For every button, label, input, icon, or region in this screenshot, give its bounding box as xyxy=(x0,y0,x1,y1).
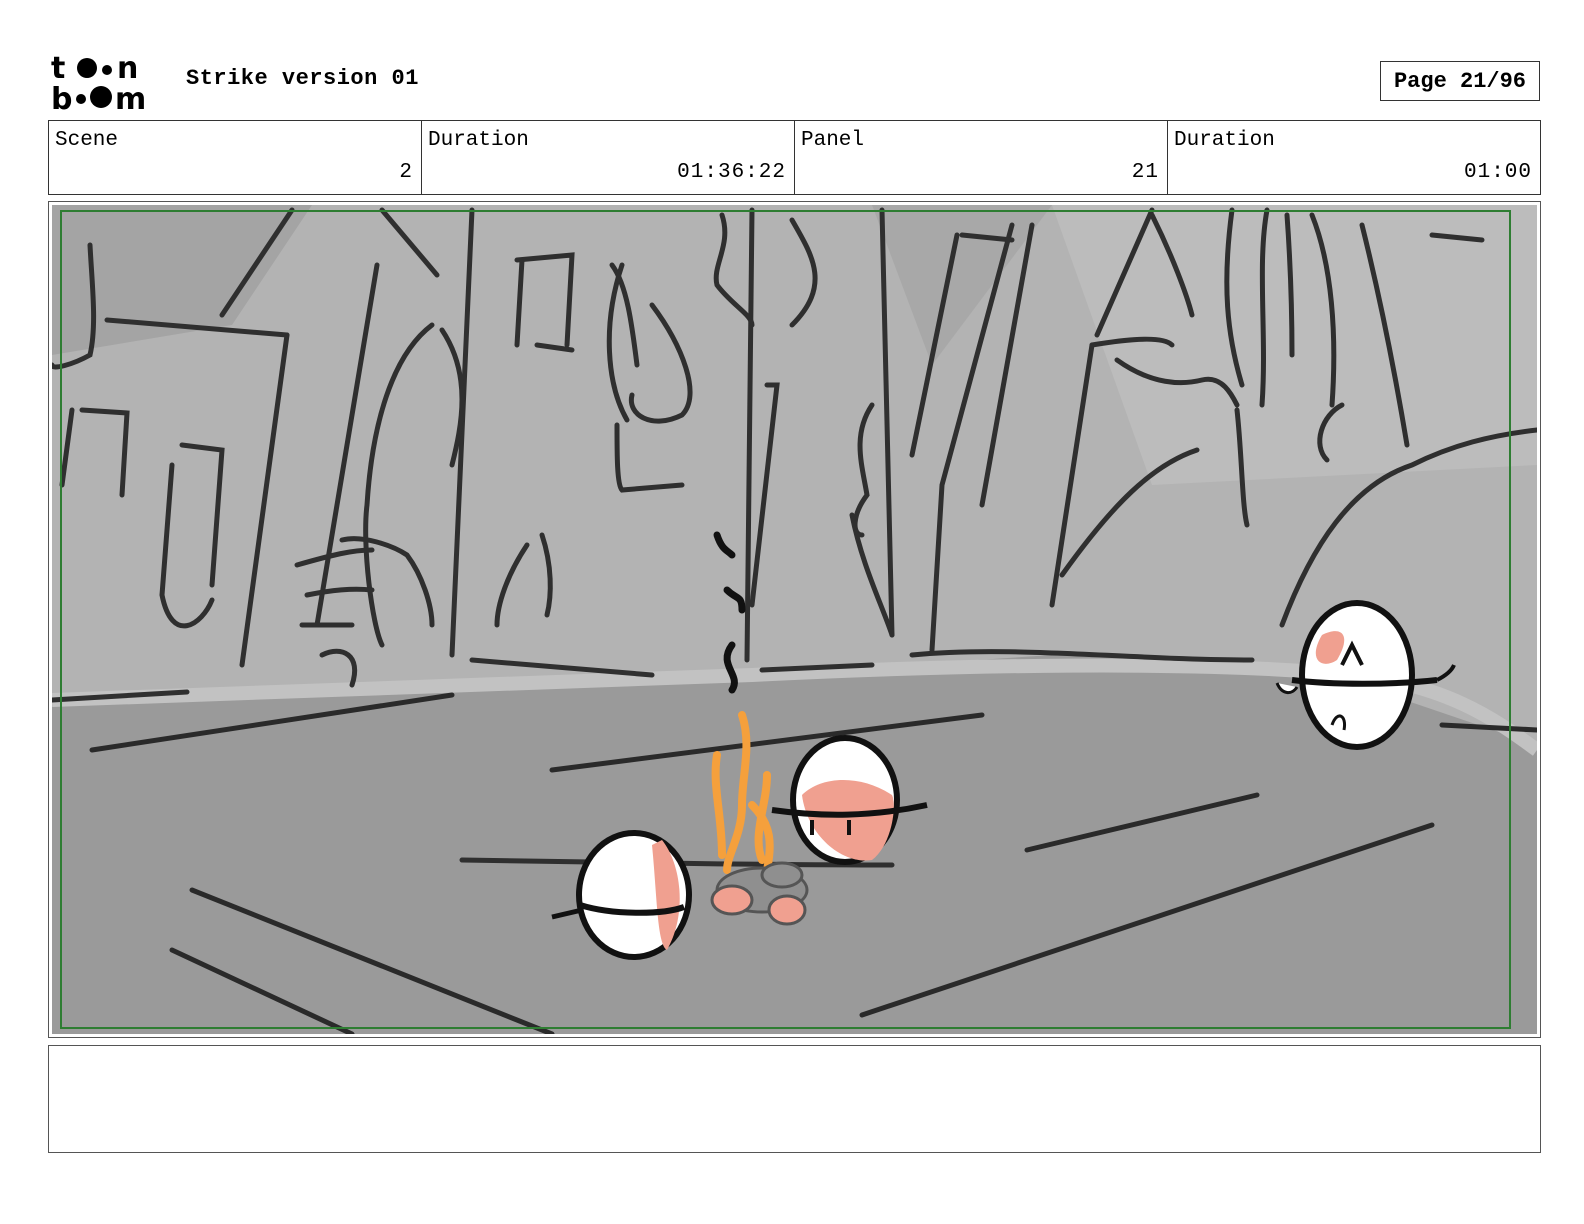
panel-duration-label: Duration xyxy=(1174,129,1275,152)
panel-label: Panel xyxy=(801,129,865,152)
scene-cell: Scene 2 xyxy=(49,121,422,194)
scene-duration-label: Duration xyxy=(428,129,529,152)
scene-label: Scene xyxy=(55,129,119,152)
scene-duration-value: 01:36:22 xyxy=(677,161,786,184)
scene-duration-cell: Duration 01:36:22 xyxy=(422,121,795,194)
panel-duration-cell: Duration 01:00 xyxy=(1168,121,1540,194)
panel-info-table: Scene 2 Duration 01:36:22 Panel 21 Durat… xyxy=(48,120,1541,195)
svg-text:m: m xyxy=(115,82,146,111)
document-title: Strike version 01 xyxy=(186,66,419,91)
panel-cell: Panel 21 xyxy=(795,121,1168,194)
storyboard-panel xyxy=(48,201,1541,1038)
scene-value: 2 xyxy=(399,161,413,184)
svg-text:b: b xyxy=(51,82,72,111)
panel-illustration xyxy=(52,205,1537,1034)
panel-notes-box xyxy=(48,1045,1541,1153)
svg-text:t: t xyxy=(51,51,65,86)
page-indicator: Page 21/96 xyxy=(1380,61,1540,101)
panel-duration-value: 01:00 xyxy=(1463,161,1532,184)
panel-value: 21 xyxy=(1131,161,1159,184)
toon-boom-logo: t n b m xyxy=(51,51,146,111)
svg-text:n: n xyxy=(117,51,138,86)
